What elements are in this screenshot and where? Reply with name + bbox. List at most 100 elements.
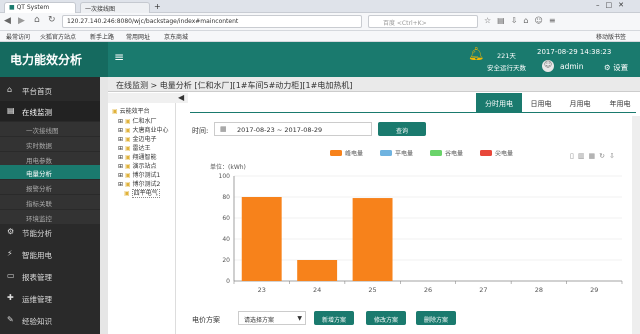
sidebar-subitem-active[interactable]: 电量分析 bbox=[0, 165, 100, 179]
back-icon[interactable]: ◀ bbox=[4, 16, 11, 26]
x-tick-label: 24 bbox=[313, 286, 321, 294]
folder-icon: ▣ bbox=[124, 154, 131, 161]
tree-header bbox=[108, 93, 188, 103]
tree-node[interactable]: ▣ 四平电气 bbox=[124, 188, 160, 198]
bookmark-item[interactable]: 新手上路 bbox=[90, 32, 114, 41]
tab-daily[interactable]: 日用电 bbox=[522, 93, 560, 113]
folder-icon: ▣ bbox=[124, 190, 130, 197]
sidebar: ⌂ 平台首页 ▤ 在线监测 一次接线图 实时数据 用电参数 电量分析 报警分析 指标… bbox=[0, 77, 100, 334]
legend-label: 尖电量 bbox=[495, 150, 513, 158]
y-tick-label: 60 bbox=[222, 215, 230, 222]
window-controls[interactable]: –□✕ bbox=[596, 1, 630, 9]
menu-toggle-icon[interactable]: ≡ bbox=[114, 50, 124, 64]
home-icon[interactable]: ⌂ bbox=[34, 15, 40, 25]
tree-root[interactable]: ▣ 云能效平台 bbox=[112, 106, 150, 115]
sidebar-subitem[interactable]: 用电参数 bbox=[0, 152, 100, 166]
tree-node[interactable]: ⊞ ▣ 金迈电子 bbox=[118, 134, 157, 143]
bar-峰电量-23 bbox=[241, 197, 282, 281]
sidebar-subitem[interactable]: 报警分析 bbox=[0, 180, 100, 194]
collapse-tree-icon[interactable]: ◀ bbox=[178, 93, 184, 102]
settings-button[interactable]: ⚙ 设置 bbox=[604, 62, 628, 73]
tab-hourly[interactable]: 分时用电 bbox=[476, 93, 522, 113]
legend-swatch-3 bbox=[480, 150, 492, 156]
header-datetime: 2017-08-29 14:38:23 bbox=[537, 48, 612, 56]
delete-tariff-button[interactable]: 删除方案 bbox=[416, 311, 456, 325]
x-tick-label: 25 bbox=[368, 286, 376, 294]
y-tick-label: 40 bbox=[222, 236, 230, 243]
date-range-input[interactable]: ▦ 2017-08-23 ~ 2017-08-29 bbox=[214, 122, 372, 136]
bookmark-item[interactable]: 火狐官方站点 bbox=[40, 32, 76, 41]
time-label: 时间: bbox=[192, 127, 209, 135]
gear-icon: ⚙ bbox=[7, 227, 15, 236]
avatar[interactable]: ☺ bbox=[542, 60, 554, 72]
sidebar-item-reports[interactable]: ▭ 报表管理 bbox=[0, 266, 100, 286]
tree-node[interactable]: ⊞ ▣ 博尔测试1 bbox=[118, 170, 160, 179]
edit-tariff-button[interactable]: 修改方案 bbox=[366, 311, 406, 325]
bell-icon[interactable]: 🔔︎ bbox=[468, 47, 485, 62]
sidebar-scrollbar[interactable] bbox=[100, 77, 108, 334]
sidebar-subitem[interactable]: 实时数据 bbox=[0, 137, 100, 151]
gear-icon: ⚙ bbox=[604, 63, 611, 72]
x-tick-label: 23 bbox=[258, 286, 266, 294]
bar-峰电量-25 bbox=[352, 198, 393, 281]
tree-node[interactable]: ⊞ ▣ 演示站点 bbox=[118, 161, 157, 170]
sidebar-item-monitoring[interactable]: ▤ 在线监测 bbox=[0, 101, 100, 121]
add-tariff-button[interactable]: 新增方案 bbox=[314, 311, 354, 325]
bookmark-item[interactable]: 最常访问 bbox=[6, 32, 30, 41]
folder-icon: ▣ bbox=[112, 108, 120, 115]
y-tick-label: 80 bbox=[222, 194, 230, 201]
forward-icon[interactable]: ▶ bbox=[18, 16, 25, 26]
breadcrumb: 在线监测 > 电量分析 [仁和水厂][1#车间5#动力柜][1#电加热机] bbox=[108, 77, 640, 92]
legend-swatch-1 bbox=[380, 150, 392, 156]
chart-legend: 峰电量 平电量 谷电量 尖电量 bbox=[330, 150, 513, 158]
browser-tab-qt-system[interactable]: ■ QT System bbox=[4, 2, 76, 13]
tree-node[interactable]: ⊞ ▣ 仁和水厂 bbox=[118, 116, 157, 125]
browser-tab-diagram[interactable]: 一次接线图 bbox=[80, 2, 150, 13]
folder-icon: ▣ bbox=[124, 172, 131, 179]
query-button[interactable]: 查询 bbox=[378, 122, 426, 136]
bar-峰电量-24 bbox=[297, 260, 338, 281]
y-axis-unit: 单位：(kWh) bbox=[210, 163, 246, 171]
tree-node[interactable]: ⊞ ▣ 大唐商业中心 bbox=[118, 125, 169, 134]
user-name[interactable]: admin bbox=[560, 62, 584, 71]
running-days: 221天 bbox=[497, 52, 516, 60]
sidebar-item-knowledge[interactable]: ✎ 经验知识 bbox=[0, 310, 100, 330]
monitor-icon: ▭ bbox=[7, 271, 15, 280]
x-tick-label: 29 bbox=[590, 286, 598, 294]
folder-icon: ▣ bbox=[124, 127, 131, 134]
bookmark-item[interactable]: 京东商城 bbox=[164, 32, 188, 41]
chevron-down-icon: ▼ bbox=[297, 315, 302, 322]
legend-swatch-0 bbox=[330, 150, 342, 156]
mobile-bookmarks[interactable]: 移动版书签 bbox=[596, 32, 626, 41]
sidebar-item-energy-saving[interactable]: ⚙ 节能分析 bbox=[0, 222, 100, 242]
sidebar-subitem[interactable]: 一次接线图 bbox=[0, 122, 100, 136]
toolbar-icons[interactable]: ☆▤⇩⌂☺≡ bbox=[484, 16, 562, 25]
tab-monthly[interactable]: 月用电 bbox=[560, 93, 600, 113]
legend-label: 平电量 bbox=[395, 150, 413, 158]
folder-icon: ▣ bbox=[124, 118, 131, 125]
browser-search-input[interactable]: 百度 <Ctrl+K> bbox=[368, 15, 478, 28]
main-scrollbar[interactable] bbox=[632, 116, 640, 334]
sidebar-item-maintenance[interactable]: ✚ 运维管理 bbox=[0, 288, 100, 308]
url-input[interactable]: 120.27.140.246:8080/wjc/backstage/index#… bbox=[62, 15, 362, 28]
tab-yearly[interactable]: 年用电 bbox=[600, 93, 640, 113]
sidebar-item-smart-power[interactable]: ⚡ 智能用电 bbox=[0, 244, 100, 264]
tab-favicon-icon: ■ bbox=[9, 4, 17, 11]
bookmark-item[interactable]: 常用网址 bbox=[126, 32, 150, 41]
tariff-select[interactable]: 请选择方案 ▼ bbox=[238, 311, 306, 325]
app-logo: 电力能效分析 bbox=[0, 42, 108, 77]
x-tick-label: 28 bbox=[535, 286, 543, 294]
tree-node[interactable]: ⊞ ▣ 博尔测试2 bbox=[118, 179, 160, 188]
y-tick-labels: 0 20 40 60 80 100 bbox=[219, 173, 231, 285]
tree-node[interactable]: ⊞ ▣ 翔通智能 bbox=[118, 152, 157, 161]
new-tab-icon[interactable]: + bbox=[154, 2, 161, 11]
chart-icon: ▤ bbox=[7, 106, 15, 115]
sidebar-item-home[interactable]: ⌂ 平台首页 bbox=[0, 80, 100, 100]
legend-label: 峰电量 bbox=[345, 150, 363, 158]
y-tick-label: 20 bbox=[222, 257, 230, 264]
running-days-label: 安全运行天数 bbox=[487, 64, 526, 72]
sidebar-subitem[interactable]: 指标关联 bbox=[0, 195, 100, 209]
tree-node[interactable]: ⊞ ▣ 雷达王 bbox=[118, 143, 151, 152]
site-tree: ▣ 云能效平台 ⊞ ▣ 仁和水厂 ⊞ ▣ 大唐商业中心 ⊞ ▣ 金迈电子 ⊞ ▣… bbox=[108, 103, 176, 334]
reload-icon[interactable]: ↻ bbox=[48, 15, 56, 25]
